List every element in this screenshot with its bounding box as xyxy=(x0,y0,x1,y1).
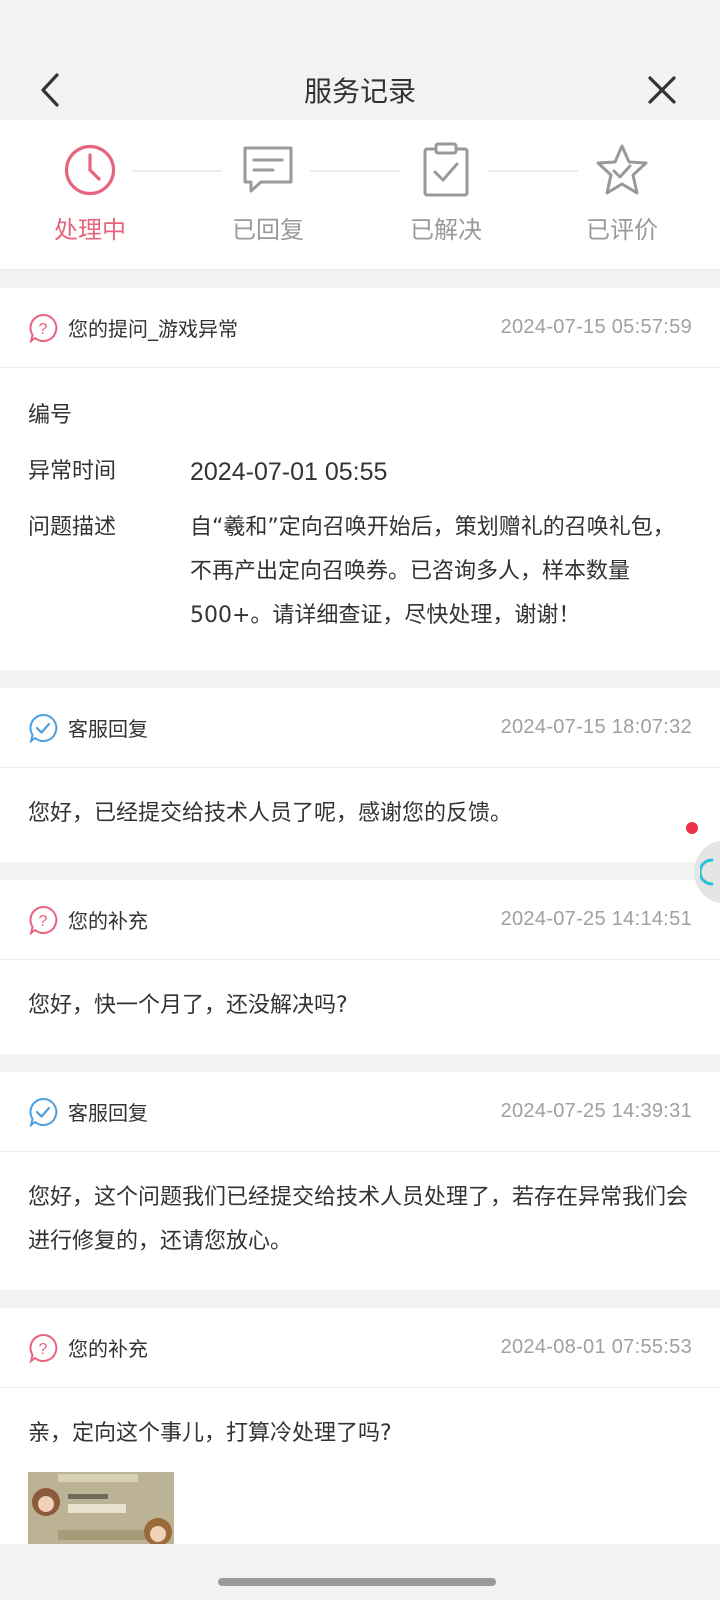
message-body: 您好，已经提交给技术人员了呢，感谢您的反馈。 xyxy=(28,801,513,826)
question-card: ? 您的提问_游戏异常 2024-07-15 05:57:59 编号 异常时间 … xyxy=(0,288,720,670)
card-title: 您的提问_游戏异常 xyxy=(68,317,238,341)
star-check-icon xyxy=(596,144,648,195)
status-bar xyxy=(0,0,720,60)
message-body-container: 亲，定向这个事儿，打算冷处理了吗? xyxy=(0,1388,720,1544)
card-header: 客服回复 2024-07-25 14:39:31 xyxy=(0,1072,720,1152)
message-body: 您好，这个问题我们已经提交给技术人员处理了，若存在异常我们会进行修复的，还请您放… xyxy=(28,1185,689,1254)
home-indicator xyxy=(218,1578,496,1586)
question-bubble-icon: ? xyxy=(28,905,58,935)
step-replied: 已回复 xyxy=(208,140,328,245)
svg-text:?: ? xyxy=(39,321,48,338)
assistant-icon xyxy=(700,858,714,886)
close-button[interactable] xyxy=(640,68,684,112)
message-card: 客服回复 2024-07-15 18:07:32 您好，已经提交给技术人员了呢，… xyxy=(0,688,720,862)
step-resolved: 已解决 xyxy=(386,140,506,245)
clock-icon xyxy=(64,144,116,196)
back-button[interactable] xyxy=(32,68,68,112)
progress-steps: 处理中 已回复 已解决 已评价 xyxy=(0,120,720,270)
step-label: 已回复 xyxy=(232,216,304,244)
question-details: 编号 异常时间 2024-07-01 05:55 问题描述 自“羲和”定向召唤开… xyxy=(0,368,720,670)
check-bubble-icon xyxy=(28,713,58,743)
card-timestamp: 2024-07-15 18:07:32 xyxy=(500,716,692,738)
card-timestamp: 2024-07-15 05:57:59 xyxy=(500,316,692,338)
app-header: 服务记录 xyxy=(0,60,720,120)
message-icon xyxy=(243,146,293,193)
card-title: 客服回复 xyxy=(68,1101,148,1125)
notification-dot xyxy=(686,822,698,834)
card-timestamp: 2024-07-25 14:39:31 xyxy=(500,1100,692,1122)
message-card: ? 您的补充 2024-07-25 14:14:51 您好，快一个月了，还没解决… xyxy=(0,880,720,1054)
close-icon xyxy=(648,76,676,104)
step-rated: 已评价 xyxy=(562,140,682,245)
detail-value: 自“羲和”定向召唤开始后，策划赠礼的召唤礼包，不再产出定向召唤券。已咨询多人，样… xyxy=(190,515,675,628)
card-title: 您的补充 xyxy=(68,1337,148,1361)
step-label: 处理中 xyxy=(54,216,126,244)
detail-row-time: 异常时间 2024-07-01 05:55 xyxy=(28,450,692,494)
svg-text:?: ? xyxy=(39,913,48,930)
message-card: 客服回复 2024-07-25 14:39:31 您好，这个问题我们已经提交给技… xyxy=(0,1072,720,1290)
detail-row-description: 问题描述 自“羲和”定向召唤开始后，策划赠礼的召唤礼包，不再产出定向召唤券。已咨… xyxy=(28,506,692,638)
detail-key: 问题描述 xyxy=(28,515,117,540)
step-label: 已评价 xyxy=(586,216,658,244)
step-label: 已解决 xyxy=(410,216,482,244)
message-body: 您好，快一个月了，还没解决吗? xyxy=(28,993,348,1018)
attachment-thumbnail[interactable] xyxy=(28,1472,174,1544)
detail-key: 编号 xyxy=(28,403,73,428)
card-title: 客服回复 xyxy=(68,717,148,741)
detail-value: 2024-07-01 05:55 xyxy=(190,458,388,486)
card-header: ? 您的补充 2024-08-01 07:55:53 xyxy=(0,1308,720,1388)
check-bubble-icon xyxy=(28,1097,58,1127)
card-timestamp: 2024-08-01 07:55:53 xyxy=(500,1336,692,1358)
question-bubble-icon: ? xyxy=(28,313,58,343)
page-title: 服务记录 xyxy=(303,75,416,108)
detail-row-id: 编号 xyxy=(28,394,692,438)
clipboard-check-icon xyxy=(423,142,469,197)
message-card: ? 您的补充 2024-08-01 07:55:53 亲，定向这个事儿，打算冷处… xyxy=(0,1308,720,1544)
card-timestamp: 2024-07-25 14:14:51 xyxy=(500,908,692,930)
detail-key: 异常时间 xyxy=(28,459,117,484)
card-header: ? 您的提问_游戏异常 2024-07-15 05:57:59 xyxy=(0,288,720,368)
step-processing: 处理中 xyxy=(30,140,150,245)
question-bubble-icon: ? xyxy=(28,1333,58,1363)
detail-value xyxy=(190,394,692,438)
card-title: 您的补充 xyxy=(68,909,148,933)
chevron-left-icon xyxy=(41,73,59,107)
card-header: ? 您的补充 2024-07-25 14:14:51 xyxy=(0,880,720,960)
card-header: 客服回复 2024-07-15 18:07:32 xyxy=(0,688,720,768)
svg-text:?: ? xyxy=(39,1341,48,1358)
message-body: 亲，定向这个事儿，打算冷处理了吗? xyxy=(28,1421,392,1446)
